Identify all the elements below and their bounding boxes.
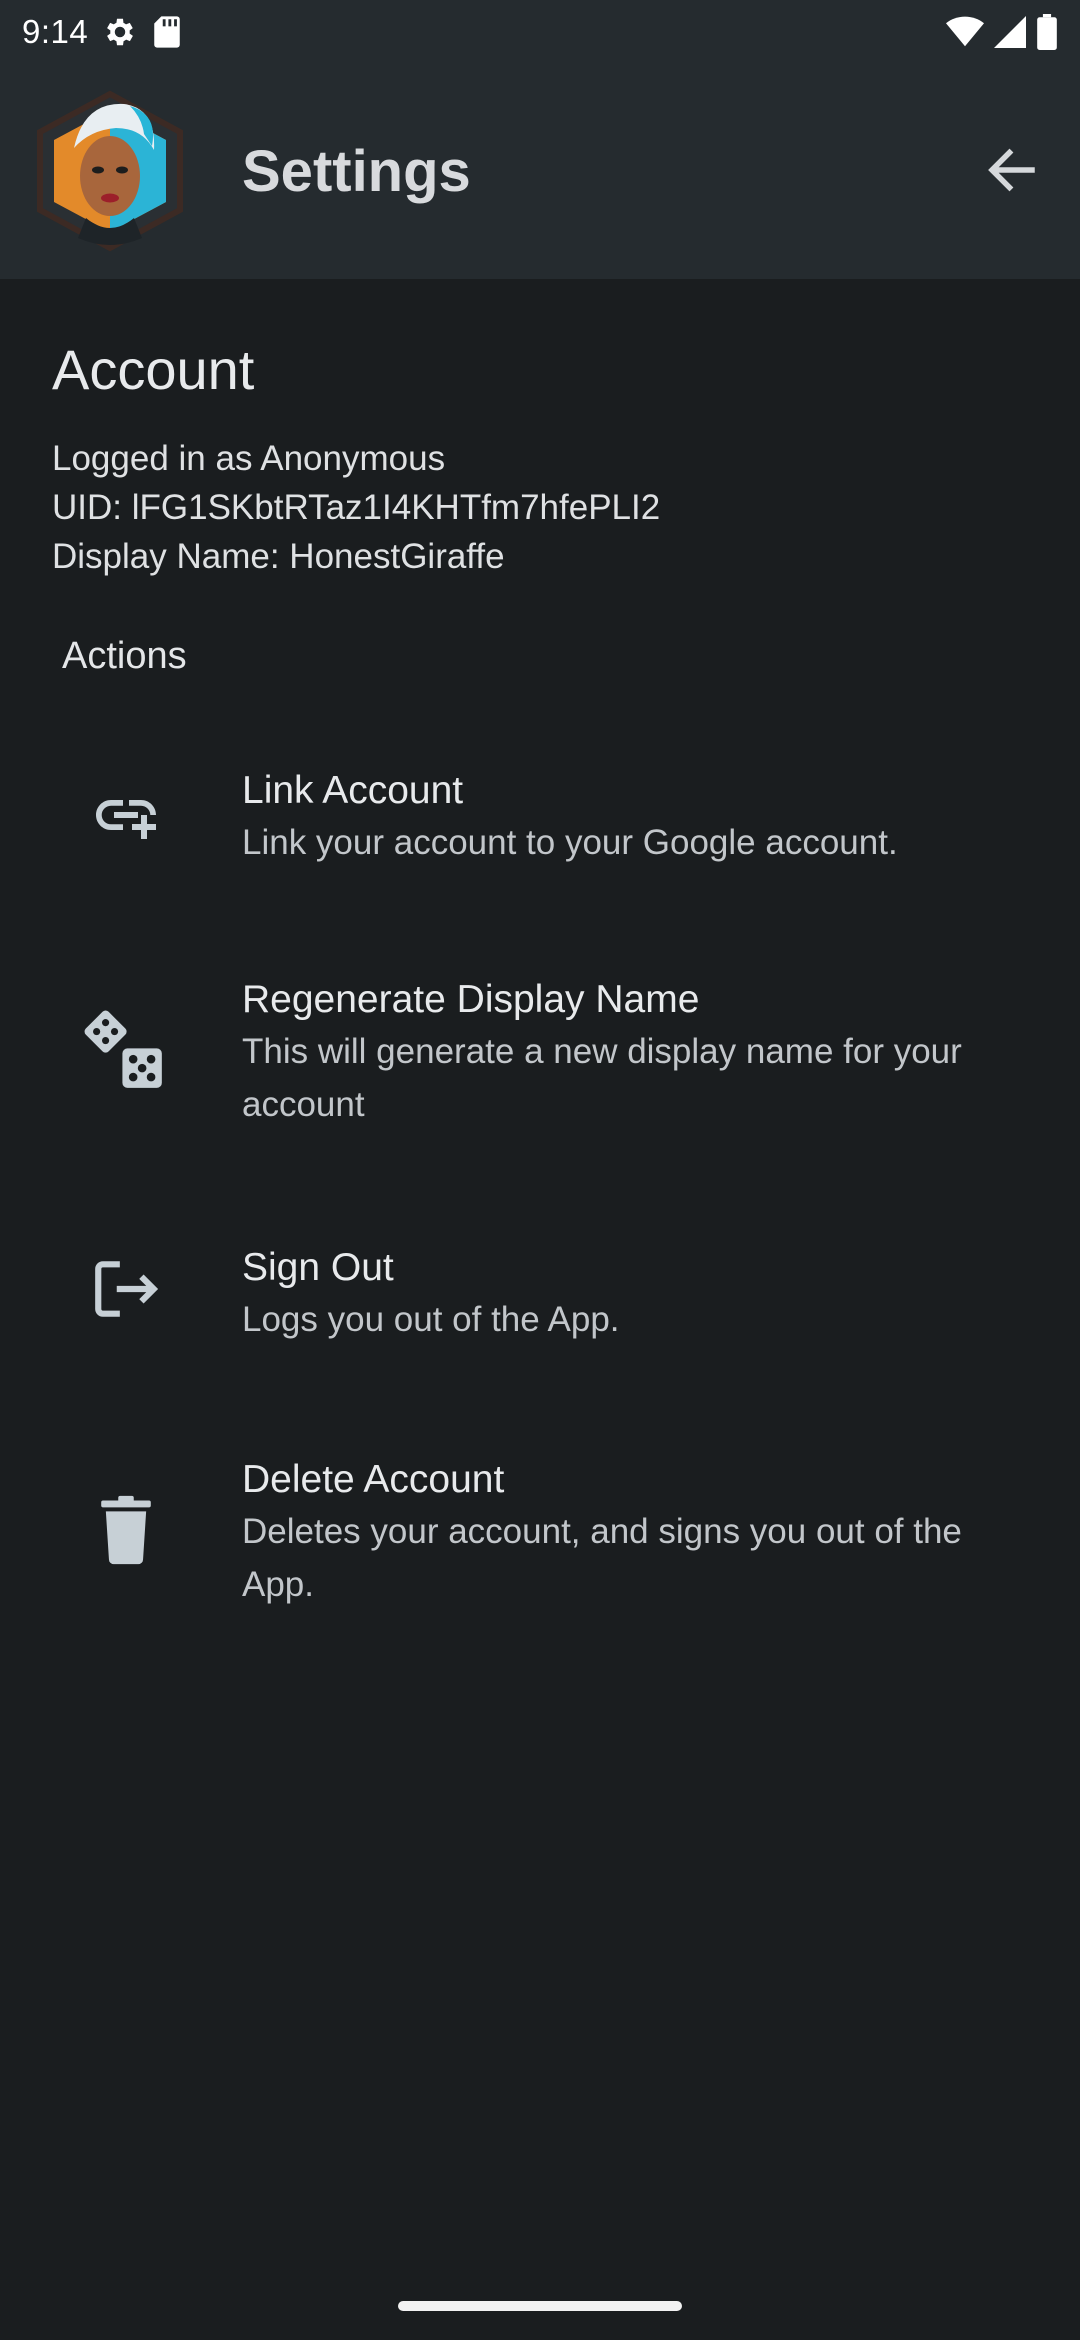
action-description: This will generate a new display name fo… <box>242 1032 962 1124</box>
action-description: Deletes your account, and signs you out … <box>242 1512 962 1604</box>
wifi-icon <box>946 16 984 48</box>
action-title: Link Account <box>242 769 464 812</box>
page-title: Settings <box>242 139 471 204</box>
actions-header: Actions <box>62 635 187 677</box>
sign-out-icon <box>76 1239 176 1339</box>
settings-gear-icon <box>102 14 138 50</box>
sign-out-text: Sign Out Logs you out of the App. <box>242 1243 1030 1346</box>
link-account-action[interactable]: Link Account Link your account to your G… <box>0 740 1080 890</box>
regenerate-display-name-action[interactable]: Regenerate Display Name This will genera… <box>0 950 1080 1140</box>
status-time: 9:14 <box>22 13 89 50</box>
action-description: Link your account to your Google account… <box>242 823 898 862</box>
battery-icon <box>1036 14 1058 50</box>
sign-out-action[interactable]: Sign Out Logs you out of the App. <box>0 1220 1080 1370</box>
trash-icon <box>76 1480 176 1580</box>
account-info: Logged in as Anonymous UID: lFG1SKbtRTaz… <box>52 434 660 581</box>
sd-card-icon <box>152 15 182 49</box>
arrow-back-icon <box>982 140 1042 205</box>
gesture-bar[interactable] <box>398 2301 682 2311</box>
action-description: Logs you out of the App. <box>242 1300 620 1339</box>
status-bar: 9:14 <box>0 0 1080 64</box>
avatar-icon[interactable] <box>34 88 186 254</box>
delete-account-text: Delete Account Deletes your account, and… <box>242 1455 1030 1611</box>
settings-screen: 9:14 Settings Account Logged in as Anony… <box>0 0 1080 2340</box>
regenerate-display-name-text: Regenerate Display Name This will genera… <box>242 975 1030 1131</box>
link-account-text: Link Account Link your account to your G… <box>242 766 1030 869</box>
back-button[interactable] <box>974 134 1050 210</box>
dice-icon <box>76 1002 176 1102</box>
delete-account-action[interactable]: Delete Account Deletes your account, and… <box>0 1430 1080 1620</box>
status-left-icons <box>102 14 182 50</box>
uid-text: UID: lFG1SKbtRTaz1I4KHTfm7hfePLI2 <box>52 488 661 527</box>
app-bar: Settings <box>0 64 1080 279</box>
action-title: Sign Out <box>242 1246 394 1289</box>
signal-icon <box>994 16 1026 48</box>
action-title: Delete Account <box>242 1458 505 1501</box>
action-title: Regenerate Display Name <box>242 978 700 1021</box>
account-section-title: Account <box>52 338 255 401</box>
display-name-text: Display Name: HonestGiraffe <box>52 537 505 576</box>
status-right-icons <box>946 14 1058 50</box>
logged-in-as-text: Logged in as Anonymous <box>52 439 446 478</box>
link-add-icon <box>76 765 176 865</box>
